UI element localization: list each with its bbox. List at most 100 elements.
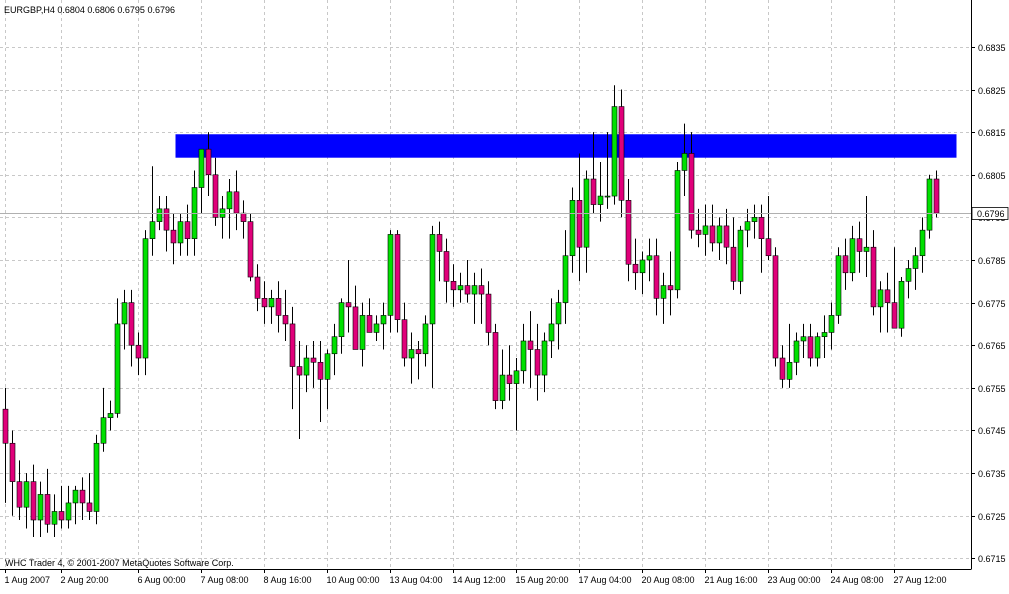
candle-bull bbox=[800, 336, 807, 342]
price-tick-label: 0.6825 bbox=[978, 86, 1006, 96]
candle-bull bbox=[408, 349, 415, 359]
candle-bull bbox=[93, 442, 100, 512]
candle-bear bbox=[590, 178, 597, 205]
price-axis[interactable]: 0.6715 0.6725 0.6735 0.6745 0.6755 0.6765 0.67… bbox=[971, 43, 1009, 564]
candle-bear bbox=[758, 217, 765, 239]
candle-bull bbox=[226, 191, 233, 210]
price-tick-label: 0.6805 bbox=[978, 171, 1006, 181]
candle-bull bbox=[457, 285, 464, 291]
candle-bull bbox=[646, 255, 653, 261]
candle-bull bbox=[520, 340, 527, 372]
candle-bull bbox=[877, 289, 884, 308]
time-tick-label: 7 Aug 08:00 bbox=[201, 575, 249, 585]
candle-bear bbox=[289, 323, 296, 367]
candle-bull bbox=[541, 340, 548, 376]
candle-bull bbox=[828, 315, 835, 333]
candle-bear bbox=[9, 442, 16, 482]
candle-bull bbox=[107, 413, 114, 418]
price-tick-label: 0.6815 bbox=[978, 128, 1006, 138]
candle-bull bbox=[751, 217, 758, 222]
candle-bear bbox=[478, 285, 485, 295]
candle-bull bbox=[849, 238, 856, 274]
candle-bear bbox=[394, 234, 401, 320]
candle-bull bbox=[604, 195, 611, 198]
candle-bear bbox=[884, 289, 891, 303]
candle-bull bbox=[863, 246, 870, 252]
candle-bull bbox=[898, 281, 905, 329]
candle-bull bbox=[51, 511, 58, 525]
candle-bear bbox=[485, 293, 492, 333]
candle-bull bbox=[905, 268, 912, 282]
candle-bull bbox=[338, 302, 345, 338]
candle-bear bbox=[436, 234, 443, 252]
copyright-text: WHC Trader 4, © 2001-2007 MetaQuotes Sof… bbox=[5, 558, 234, 568]
price-tick-label: 0.6765 bbox=[978, 341, 1006, 351]
candle-bull bbox=[121, 302, 128, 325]
chart-area[interactable]: 0.6715 0.6725 0.6735 0.6745 0.6755 0.6765 0.67… bbox=[0, 0, 1009, 589]
candle-bear bbox=[233, 191, 240, 214]
candle-bear bbox=[247, 221, 254, 278]
candle-bull bbox=[548, 323, 555, 342]
candle-bull bbox=[926, 178, 933, 231]
candle-bear bbox=[891, 302, 898, 329]
candle-bull bbox=[814, 336, 821, 359]
candle-bull bbox=[114, 323, 121, 414]
price-chart[interactable]: 0.6715 0.6725 0.6735 0.6745 0.6755 0.6765 0.67… bbox=[0, 0, 1009, 589]
time-tick-label: 20 Aug 08:00 bbox=[642, 575, 695, 585]
candle-bull bbox=[660, 285, 667, 299]
candle-bear bbox=[282, 315, 289, 325]
price-tick-label: 0.6745 bbox=[978, 426, 1006, 436]
candle-bear bbox=[492, 332, 499, 401]
candle-bear bbox=[135, 344, 142, 359]
candle-bull bbox=[562, 255, 569, 303]
candle-bull bbox=[387, 234, 394, 316]
candle-bull bbox=[471, 285, 478, 295]
last-price-label: 0.6796 bbox=[977, 209, 1005, 219]
candle-bull bbox=[429, 234, 436, 325]
candle-bull bbox=[611, 106, 618, 197]
time-axis[interactable]: 1 Aug 2007 2 Aug 20:00 6 Aug 00:00 7 Aug 08… bbox=[5, 569, 947, 585]
candle-bull bbox=[156, 208, 163, 222]
candle-bull bbox=[597, 195, 604, 205]
price-tick-label: 0.6735 bbox=[978, 469, 1006, 479]
candle-bear bbox=[695, 229, 702, 235]
candle-bull bbox=[737, 229, 744, 282]
candle-bull bbox=[702, 225, 709, 235]
price-tick-label: 0.6715 bbox=[978, 554, 1006, 564]
candle-bear bbox=[450, 281, 457, 291]
candle-bear bbox=[401, 319, 408, 359]
candle-bull bbox=[198, 148, 205, 188]
candle-bear bbox=[254, 276, 261, 299]
price-tick-label: 0.6725 bbox=[978, 512, 1006, 522]
candle-bear bbox=[296, 366, 303, 376]
candle-bear bbox=[856, 238, 863, 252]
candle-bull bbox=[674, 170, 681, 291]
candle-bear bbox=[464, 285, 471, 295]
candle-bull bbox=[744, 221, 751, 231]
candle-bear bbox=[870, 246, 877, 308]
candle-bear bbox=[779, 357, 786, 380]
candle-bull bbox=[177, 221, 184, 244]
candle-bull bbox=[23, 481, 30, 508]
candle-bear bbox=[667, 285, 674, 291]
candle-bear bbox=[240, 212, 247, 222]
candle-bull bbox=[919, 229, 926, 257]
candle-bear bbox=[30, 481, 37, 521]
candle-bull bbox=[821, 332, 828, 338]
candle-bear bbox=[723, 225, 730, 248]
candle-bear bbox=[163, 208, 170, 231]
candle-bull bbox=[912, 255, 919, 269]
candle-bear bbox=[415, 349, 422, 355]
candle-bear bbox=[527, 340, 534, 350]
candle-bear bbox=[310, 357, 317, 363]
candle-bull bbox=[331, 336, 338, 355]
candle-bull bbox=[835, 255, 842, 316]
resistance-zone-layer bbox=[175, 134, 957, 158]
candle-bull bbox=[639, 259, 646, 274]
time-tick-label: 27 Aug 12:00 bbox=[894, 575, 947, 585]
time-tick-label: 10 Aug 00:00 bbox=[327, 575, 380, 585]
time-tick-label: 13 Aug 04:00 bbox=[390, 575, 443, 585]
time-tick-label: 8 Aug 16:00 bbox=[264, 575, 312, 585]
candle-bear bbox=[842, 255, 849, 274]
candle-bull bbox=[324, 353, 331, 380]
